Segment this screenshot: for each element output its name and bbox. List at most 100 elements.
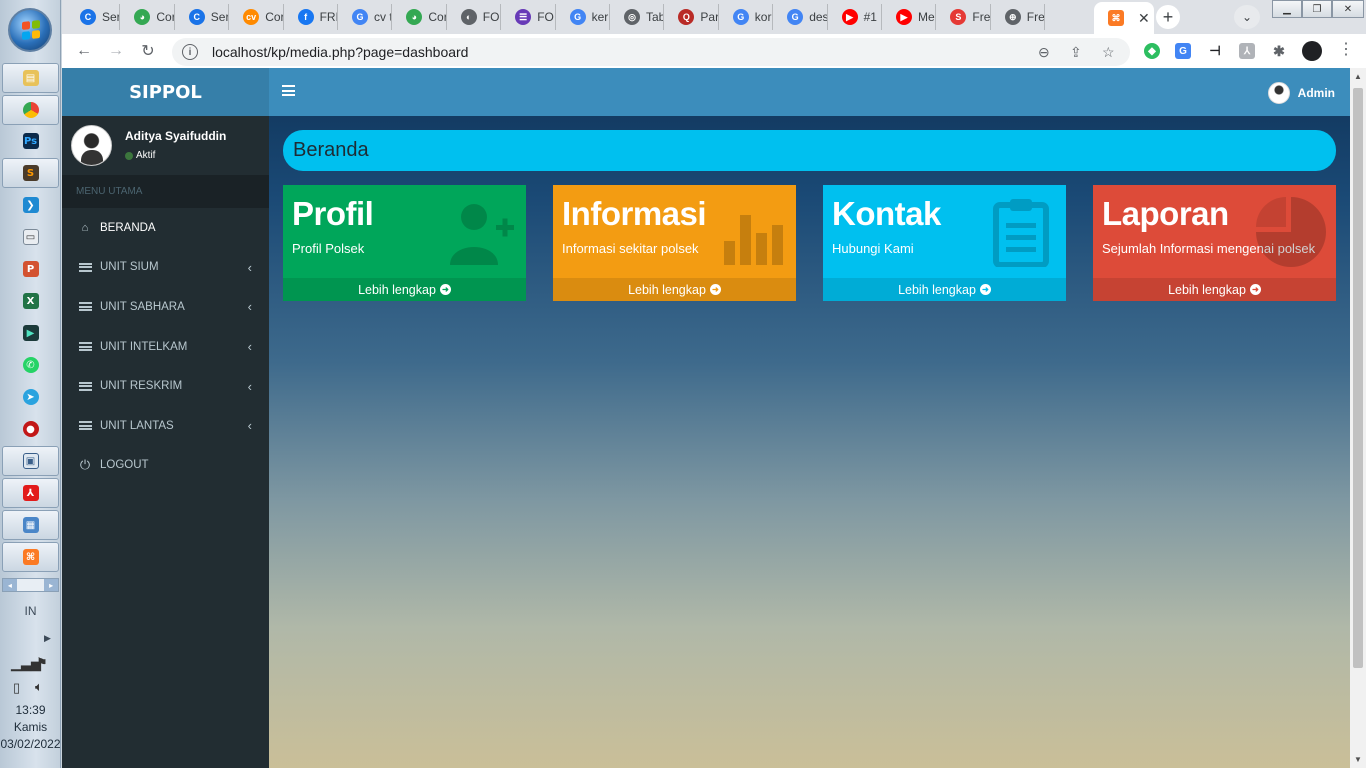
analytics-icon[interactable]: ⊣: [1207, 43, 1223, 59]
taskbar-powerpoint-button[interactable]: P: [0, 254, 61, 284]
restore-button[interactable]: ❐: [1302, 0, 1332, 18]
nav-unit-sium[interactable]: UNIT SIUM ‹: [62, 248, 269, 288]
browser-tab[interactable]: ▶ Me: [882, 4, 937, 30]
nav-unit-lantas[interactable]: UNIT LANTAS ‹: [62, 406, 269, 446]
app-logo[interactable]: SIPPOL: [62, 68, 269, 116]
scroll-right-icon[interactable]: ▸: [44, 579, 58, 591]
tab-favicon-icon: ▶: [896, 9, 912, 25]
start-button[interactable]: [8, 8, 52, 52]
browser-tab[interactable]: Gdes: [773, 4, 828, 30]
share-icon[interactable]: ⇪: [1070, 44, 1082, 61]
browser-tab[interactable]: ◕ Cor: [120, 4, 175, 30]
battery-icon[interactable]: ▯: [13, 680, 20, 696]
nav-logout[interactable]: ⏻ LOGOUT: [62, 446, 269, 486]
profil-more-link[interactable]: Lebih lengkap ➜: [283, 278, 526, 301]
browser-tab[interactable]: Gcv t: [338, 4, 393, 30]
browser-tab[interactable]: cv Cor: [229, 4, 284, 30]
browser-tab[interactable]: C Ser: [66, 4, 121, 30]
volume-icon[interactable]: 🔈︎: [35, 679, 43, 695]
taskbar-vscode-button[interactable]: ❯: [0, 190, 61, 220]
browser-toolbar: ← → ↻ i localhost/kp/media.php?page=dash…: [62, 34, 1366, 68]
tab-search-button[interactable]: ⌄: [1234, 5, 1260, 29]
kontak-more-link[interactable]: Lebih lengkap ➜: [823, 278, 1066, 301]
taskbar-recorder-button[interactable]: ●: [0, 414, 61, 444]
taskbar-filmora-button[interactable]: ▶: [0, 318, 61, 348]
extensions-icon[interactable]: ✱: [1271, 43, 1287, 59]
new-tab-button[interactable]: +: [1156, 5, 1180, 29]
windows-taskbar: ▤ Ps S ❯ ▭ P X ▶ ✆ ➤ ● ▣ ⅄ ▦ ⌘ ◂ ▸ IN ▶ ▁…: [0, 0, 61, 768]
browser-tab[interactable]: ◕ Cor: [392, 4, 447, 30]
browser-menu-icon[interactable]: ⋮: [1338, 42, 1354, 58]
taskbar-window-button[interactable]: ▭: [0, 222, 61, 252]
tab-title: FOI: [482, 10, 502, 24]
tab-title: ker: [591, 10, 609, 24]
taskbar-excel-button[interactable]: X: [0, 286, 61, 316]
taskbar-sublime-button[interactable]: S: [2, 158, 59, 188]
laporan-box: Laporan Sejumlah Informasi mengenai pols…: [1093, 185, 1336, 301]
admin-menu[interactable]: Admin: [1267, 82, 1335, 104]
sublime-icon: S: [22, 165, 39, 181]
browser-tab[interactable]: ⊕ Fre: [991, 4, 1046, 30]
bookmark-star-icon[interactable]: ☆: [1102, 44, 1115, 61]
scroll-up-icon[interactable]: ▲: [1354, 72, 1362, 81]
clipboard-icon: [993, 199, 1049, 267]
url-text[interactable]: localhost/kp/media.php?page=dashboard: [212, 44, 468, 60]
page-scrollbar[interactable]: ▲ ▼: [1350, 68, 1366, 768]
nav-label: UNIT RESKRIM: [100, 380, 183, 393]
profile-avatar[interactable]: [1302, 41, 1322, 61]
browser-tab[interactable]: ◐ FOI: [447, 4, 502, 30]
tab-title: Fre: [972, 10, 991, 24]
tab-title: Me: [918, 10, 935, 24]
forward-button[interactable]: →: [106, 41, 126, 61]
taskbar-acrobat-button[interactable]: ⅄: [2, 478, 59, 508]
browser-tab[interactable]: Q Par: [664, 4, 719, 30]
back-button[interactable]: ←: [74, 41, 94, 61]
address-bar[interactable]: i localhost/kp/media.php?page=dashboard …: [172, 38, 1130, 66]
evernote-icon[interactable]: ◆: [1144, 43, 1160, 59]
taskbar-photoshop-button[interactable]: Ps: [0, 126, 61, 156]
translate-icon[interactable]: G: [1175, 43, 1191, 59]
scroll-left-icon[interactable]: ◂: [3, 579, 17, 591]
hamburger-menu-icon[interactable]: [282, 85, 295, 96]
browser-tab[interactable]: ◎ Tab: [610, 4, 665, 30]
informasi-more-link[interactable]: Lebih lengkap ➜: [553, 278, 796, 301]
pdf-icon[interactable]: ⅄: [1239, 43, 1255, 59]
zoom-icon[interactable]: ⊖: [1038, 44, 1050, 61]
taskbar-telegram-button[interactable]: ➤: [0, 382, 61, 412]
taskbar-whatsapp-button[interactable]: ✆: [0, 350, 61, 380]
taskbar-scroller[interactable]: ◂ ▸: [2, 578, 59, 592]
tab-active[interactable]: ⌘ ✕: [1094, 2, 1154, 34]
nav-beranda[interactable]: ⌂ BERANDA: [62, 208, 269, 248]
taskbar-screenshot-button[interactable]: ▣: [2, 446, 59, 476]
clock[interactable]: 13:39 Kamis 03/02/2022: [0, 702, 61, 753]
taskbar-remote-button[interactable]: ▦: [2, 510, 59, 540]
browser-tab[interactable]: S Fre: [936, 4, 991, 30]
taskbar-explorer-button[interactable]: ▤: [2, 63, 59, 93]
taskbar-chrome-button[interactable]: [2, 95, 59, 125]
laporan-more-link[interactable]: Lebih lengkap ➜: [1093, 278, 1336, 301]
scroll-down-icon[interactable]: ▼: [1354, 755, 1362, 764]
scroll-thumb[interactable]: [1353, 88, 1363, 668]
language-indicator[interactable]: IN: [0, 604, 61, 618]
nav-unit-intelkam[interactable]: UNIT INTELKAM ‹: [62, 327, 269, 367]
browser-tab[interactable]: f FRE: [284, 4, 338, 30]
close-tab-icon[interactable]: ✕: [1138, 10, 1150, 27]
nav-unit-reskrim[interactable]: UNIT RESKRIM ‹: [62, 366, 269, 406]
tray-expand-icon[interactable]: ▶: [44, 633, 51, 644]
flag-icon[interactable]: ⚑: [36, 655, 48, 671]
minimize-button[interactable]: ▁: [1272, 0, 1302, 18]
taskbar-xampp-button[interactable]: ⌘: [2, 542, 59, 572]
browser-tab[interactable]: C Ser: [175, 4, 230, 30]
nav-unit-sabhara[interactable]: UNIT SABHARA ‹: [62, 287, 269, 327]
tab-title: Cor: [428, 10, 447, 24]
browser-tab[interactable]: ☰ FOI: [501, 4, 556, 30]
tab-favicon-icon: ▶: [841, 9, 858, 25]
browser-tab[interactable]: ▶ #1: [828, 4, 882, 30]
reload-button[interactable]: ↻: [138, 41, 158, 61]
arrow-circle-right-icon: ➜: [979, 284, 991, 295]
browser-tab[interactable]: Gker: [556, 4, 610, 30]
browser-tab[interactable]: Gkor: [719, 4, 774, 30]
site-info-icon[interactable]: i: [182, 44, 198, 60]
close-window-button[interactable]: ✕: [1332, 0, 1364, 18]
browser-window: CSer◕CorCSercvCorfFREGcv t◕Cor◐FOI☰FOIGk…: [62, 0, 1366, 68]
